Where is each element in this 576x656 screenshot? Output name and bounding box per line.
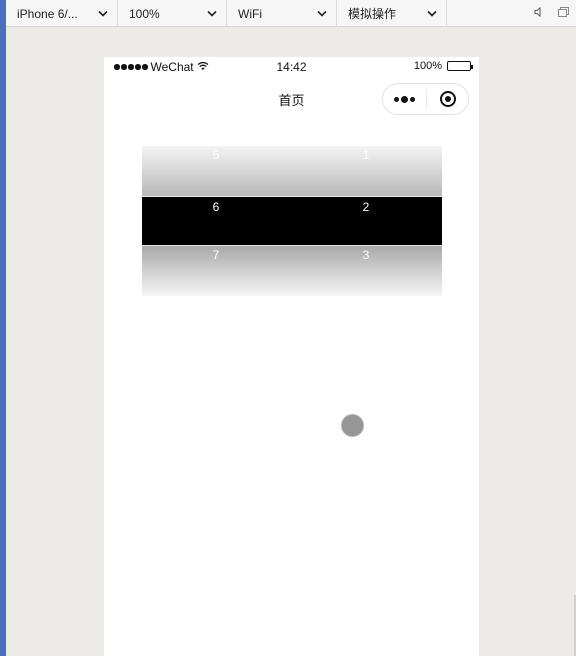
network-select-label: WiFi — [238, 6, 262, 21]
navigation-bar: 首页 — [104, 79, 479, 117]
status-bar: WeChat 14:42 100% — [104, 57, 479, 77]
chevron-down-icon — [314, 0, 330, 27]
network-select[interactable]: WiFi — [227, 0, 337, 27]
zoom-select-label: 100% — [129, 6, 160, 21]
picker-row-selected[interactable]: 6 2 — [142, 196, 442, 246]
simulator-toolbar: iPhone 6/... 100% WiFi 模拟操作 — [6, 0, 576, 27]
chevron-down-icon — [424, 0, 440, 27]
picker-cell[interactable]: 6 — [206, 200, 226, 214]
operation-select-label: 模拟操作 — [348, 7, 397, 21]
window-icon[interactable] — [557, 6, 570, 21]
picker-view[interactable]: 5 1 6 2 7 3 — [142, 146, 442, 296]
chevron-down-icon — [204, 0, 220, 27]
speaker-icon[interactable] — [533, 6, 545, 21]
touch-pointer-indicator — [341, 414, 364, 437]
more-dots-icon[interactable] — [383, 84, 426, 114]
phone-screen: WeChat 14:42 100% 首页 5 1 6 2 7 3 — [104, 57, 479, 656]
toolbar-icons — [533, 0, 570, 27]
picker-cell[interactable]: 1 — [356, 148, 376, 162]
chevron-down-icon — [95, 0, 111, 27]
picker-row[interactable]: 5 1 — [142, 146, 442, 196]
zoom-select[interactable]: 100% — [118, 0, 227, 27]
picker-cell[interactable]: 2 — [356, 200, 376, 214]
device-select[interactable]: iPhone 6/... — [6, 0, 118, 27]
picker-cell[interactable]: 5 — [206, 148, 226, 162]
target-close-icon[interactable] — [427, 84, 468, 114]
operation-select[interactable]: 模拟操作 — [337, 0, 447, 27]
device-select-label: iPhone 6/... — [17, 6, 78, 21]
battery-percent: 100% — [413, 60, 442, 72]
picker-row[interactable]: 7 3 — [142, 246, 442, 296]
left-window-edge — [0, 0, 6, 656]
picker-cell[interactable]: 3 — [356, 248, 376, 262]
menu-capsule — [382, 83, 469, 115]
picker-cell[interactable]: 7 — [206, 248, 226, 262]
battery-icon — [447, 61, 473, 71]
status-right: 100% — [413, 60, 473, 72]
